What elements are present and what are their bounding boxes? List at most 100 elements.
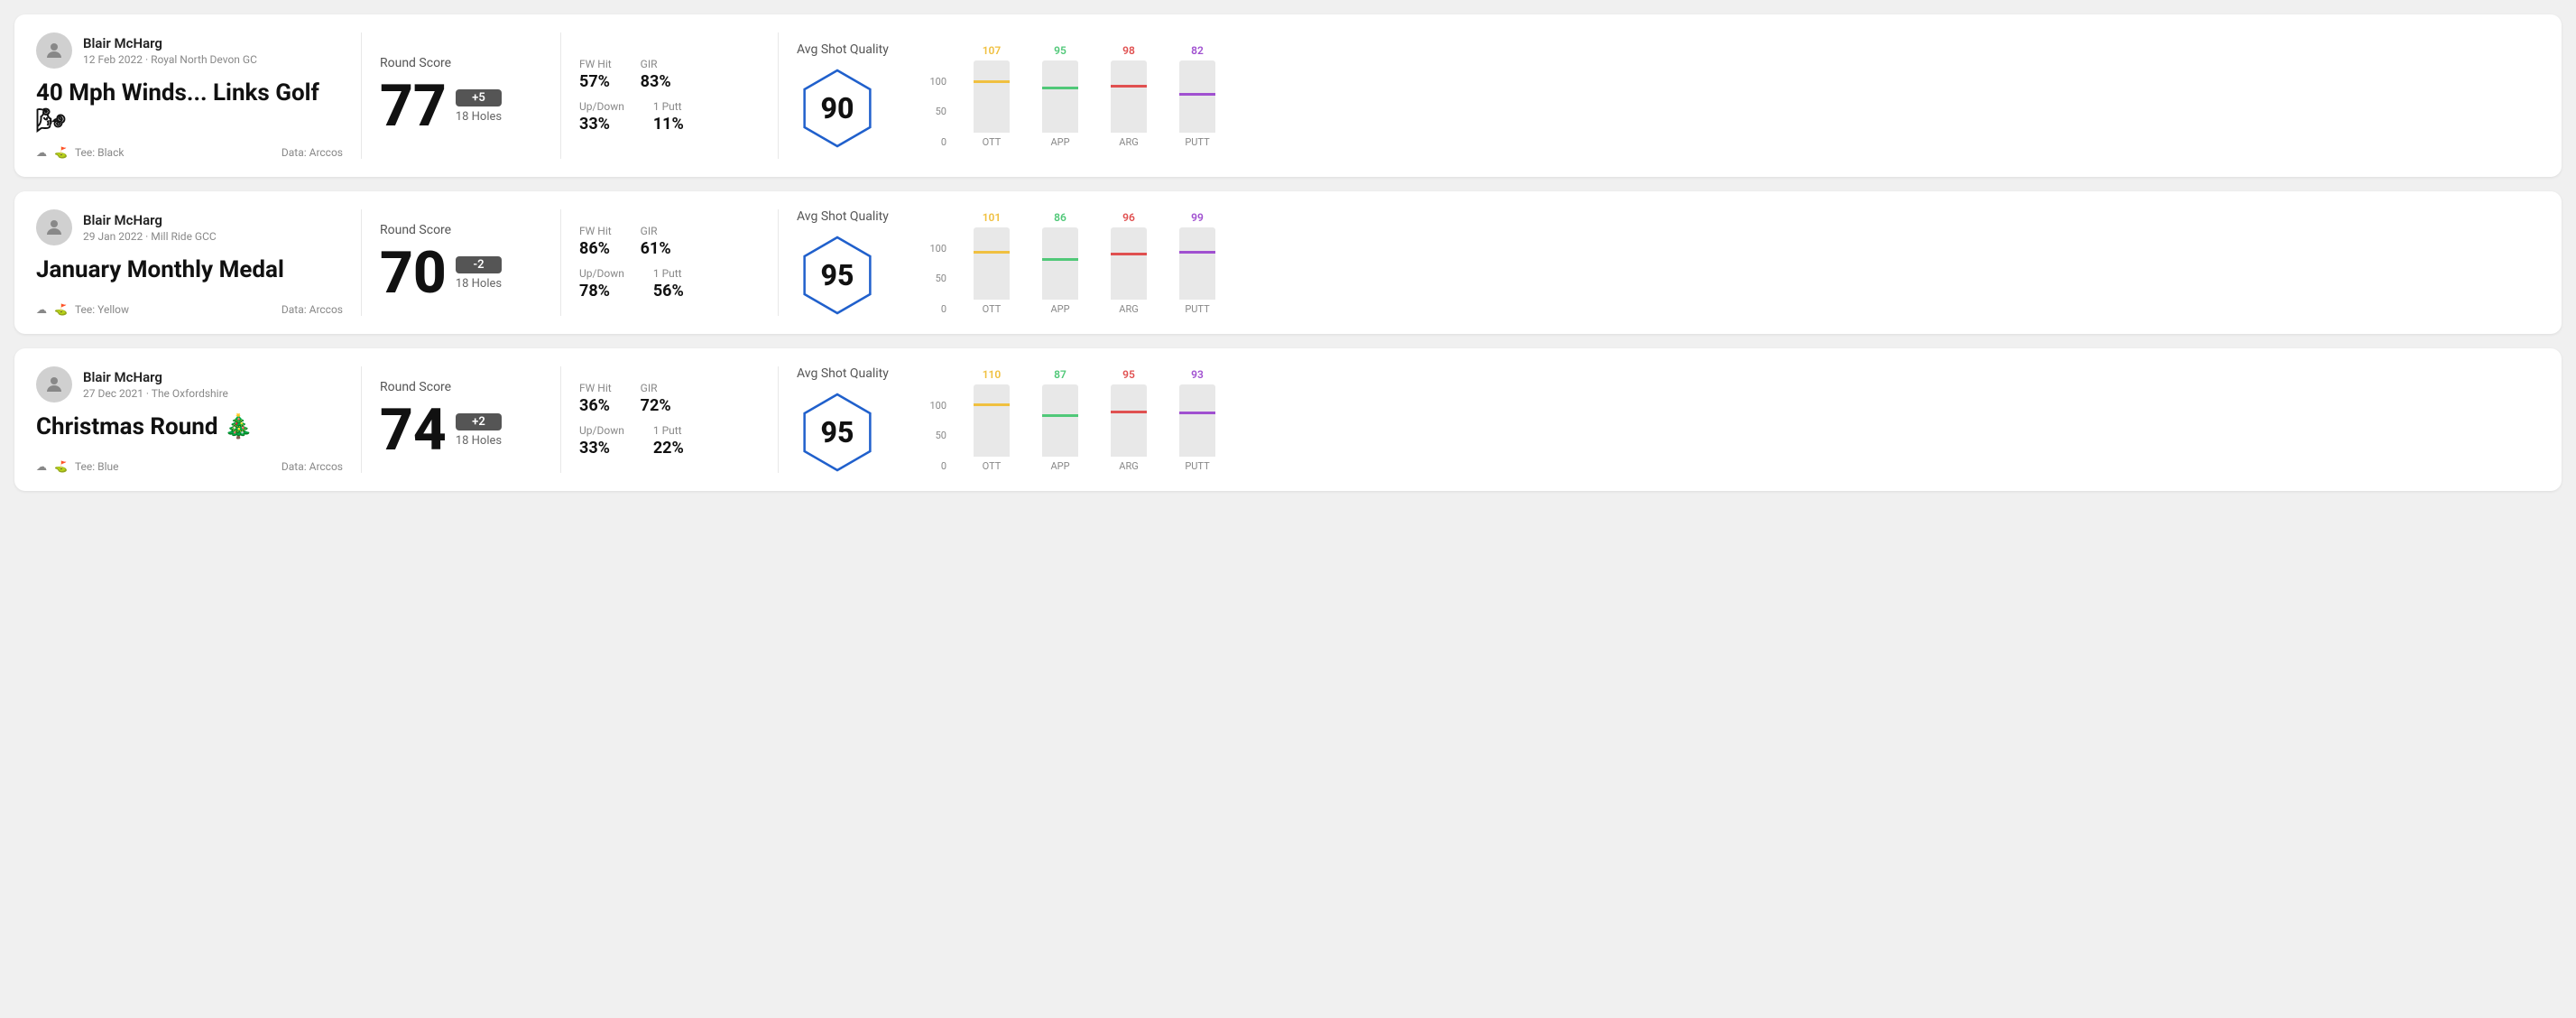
tee-label: Tee: Blue <box>75 460 119 473</box>
score-label: Round Score <box>380 56 542 70</box>
hexagon-container: 95 <box>797 392 878 473</box>
quality-section: Avg Shot Quality 95 <box>797 366 905 473</box>
footer-row: ☁ ⛳ Tee: Blue Data: Arccos <box>36 460 343 473</box>
divider-1 <box>361 32 362 159</box>
stats-section: FW Hit 36% GIR 72% Up/Down 33% 1 Putt 22… <box>579 366 760 473</box>
score-holes: 18 Holes <box>456 277 502 291</box>
stat-oneputt: 1 Putt 56% <box>653 267 684 301</box>
score-holes: 18 Holes <box>456 110 502 124</box>
stat-updown: Up/Down 78% <box>579 267 624 301</box>
stat-gir: GIR 83% <box>641 58 671 91</box>
divider-1 <box>361 366 362 473</box>
round-title: Christmas Round 🎄 <box>36 413 343 441</box>
footer-row: ☁ ⛳ Tee: Black Data: Arccos <box>36 146 343 159</box>
score-row: 70 -2 18 Holes <box>380 245 542 302</box>
stat-gir: GIR 72% <box>641 382 671 415</box>
data-source: Data: Arccos <box>282 460 343 473</box>
user-header: Blair McHarg 27 Dec 2021 · The Oxfordshi… <box>36 366 343 403</box>
divider-2 <box>560 209 561 316</box>
chart-section: 100 50 0 107 OTT 95 APP 98 <box>905 32 2540 159</box>
divider-3 <box>778 32 779 159</box>
hexagon: 95 <box>797 392 878 473</box>
chart-section: 100 50 0 110 OTT 87 APP 95 <box>905 366 2540 473</box>
score-holes: 18 Holes <box>456 434 502 448</box>
divider-2 <box>560 366 561 473</box>
stats-row-top: FW Hit 57% GIR 83% <box>579 58 760 91</box>
hexagon: 90 <box>797 68 878 149</box>
score-number: 70 <box>380 245 447 302</box>
stats-row-bottom: Up/Down 33% 1 Putt 22% <box>579 424 760 458</box>
score-label: Round Score <box>380 223 542 237</box>
avatar <box>36 366 72 403</box>
quality-score: 90 <box>821 91 854 125</box>
stat-oneputt: 1 Putt 22% <box>653 424 684 458</box>
stats-row-bottom: Up/Down 33% 1 Putt 11% <box>579 100 760 134</box>
footer-row: ☁ ⛳ Tee: Yellow Data: Arccos <box>36 303 343 316</box>
hexagon-container: 90 <box>797 68 878 149</box>
tee-label: Tee: Yellow <box>75 303 129 316</box>
round-title: January Monthly Medal <box>36 256 343 284</box>
chart-y-axis: 100 50 0 <box>923 76 950 148</box>
stat-fw-hit: FW Hit 57% <box>579 58 612 91</box>
score-row: 74 +2 18 Holes <box>380 402 542 459</box>
score-section: Round Score 70 -2 18 Holes <box>380 209 542 316</box>
quality-label: Avg Shot Quality <box>797 366 889 381</box>
score-number: 74 <box>380 402 447 459</box>
user-date-course: 29 Jan 2022 · Mill Ride GCC <box>83 230 217 243</box>
round-info-section: Blair McHarg 12 Feb 2022 · Royal North D… <box>36 32 343 159</box>
chart-column-arg: 95 ARG <box>1102 368 1156 472</box>
score-section: Round Score 77 +5 18 Holes <box>380 32 542 159</box>
quality-label: Avg Shot Quality <box>797 209 889 224</box>
stat-updown: Up/Down 33% <box>579 100 624 134</box>
chart-column-ott: 110 OTT <box>965 368 1019 472</box>
tee-label: Tee: Black <box>75 146 124 159</box>
score-badge: +2 <box>456 413 502 430</box>
stat-fw-hit: FW Hit 36% <box>579 382 612 415</box>
stats-row-top: FW Hit 86% GIR 61% <box>579 225 760 258</box>
score-number: 77 <box>380 78 447 135</box>
round-card: Blair McHarg 29 Jan 2022 · Mill Ride GCC… <box>14 191 2562 334</box>
user-date-course: 12 Feb 2022 · Royal North Devon GC <box>83 53 257 66</box>
chart-column-app: 87 APP <box>1033 368 1087 472</box>
divider-3 <box>778 209 779 316</box>
hexagon: 95 <box>797 235 878 316</box>
divider-2 <box>560 32 561 159</box>
chart-column-putt: 99 PUTT <box>1170 211 1224 315</box>
score-row: 77 +5 18 Holes <box>380 78 542 135</box>
hexagon-container: 95 <box>797 235 878 316</box>
quality-score: 95 <box>821 415 854 449</box>
round-info-section: Blair McHarg 27 Dec 2021 · The Oxfordshi… <box>36 366 343 473</box>
chart-y-axis: 100 50 0 <box>923 243 950 315</box>
weather-icon: ☁ <box>36 303 47 316</box>
round-card: Blair McHarg 27 Dec 2021 · The Oxfordshi… <box>14 348 2562 491</box>
user-name: Blair McHarg <box>83 212 217 228</box>
divider-1 <box>361 209 362 316</box>
quality-section: Avg Shot Quality 90 <box>797 32 905 159</box>
round-info-section: Blair McHarg 29 Jan 2022 · Mill Ride GCC… <box>36 209 343 316</box>
chart-column-ott: 101 OTT <box>965 211 1019 315</box>
user-name: Blair McHarg <box>83 369 228 385</box>
bag-icon: ⛳ <box>54 460 68 473</box>
score-label: Round Score <box>380 380 542 394</box>
quality-score: 95 <box>821 258 854 292</box>
user-icon <box>43 40 65 61</box>
chart-column-app: 95 APP <box>1033 44 1087 148</box>
chart-column-putt: 93 PUTT <box>1170 368 1224 472</box>
round-title: 40 Mph Winds... Links Golf 🌬 <box>36 79 343 135</box>
avatar <box>36 32 72 69</box>
bag-icon: ⛳ <box>54 146 68 159</box>
stat-oneputt: 1 Putt 11% <box>653 100 684 134</box>
chart-column-arg: 98 ARG <box>1102 44 1156 148</box>
user-icon <box>43 374 65 395</box>
weather-icon: ☁ <box>36 146 47 159</box>
stat-fw-hit: FW Hit 86% <box>579 225 612 258</box>
chart-column-ott: 107 OTT <box>965 44 1019 148</box>
stats-row-top: FW Hit 36% GIR 72% <box>579 382 760 415</box>
score-badge: +5 <box>456 89 502 106</box>
chart-y-axis: 100 50 0 <box>923 400 950 472</box>
user-date-course: 27 Dec 2021 · The Oxfordshire <box>83 387 228 400</box>
chart-column-app: 86 APP <box>1033 211 1087 315</box>
data-source: Data: Arccos <box>282 146 343 159</box>
data-source: Data: Arccos <box>282 303 343 316</box>
stats-row-bottom: Up/Down 78% 1 Putt 56% <box>579 267 760 301</box>
